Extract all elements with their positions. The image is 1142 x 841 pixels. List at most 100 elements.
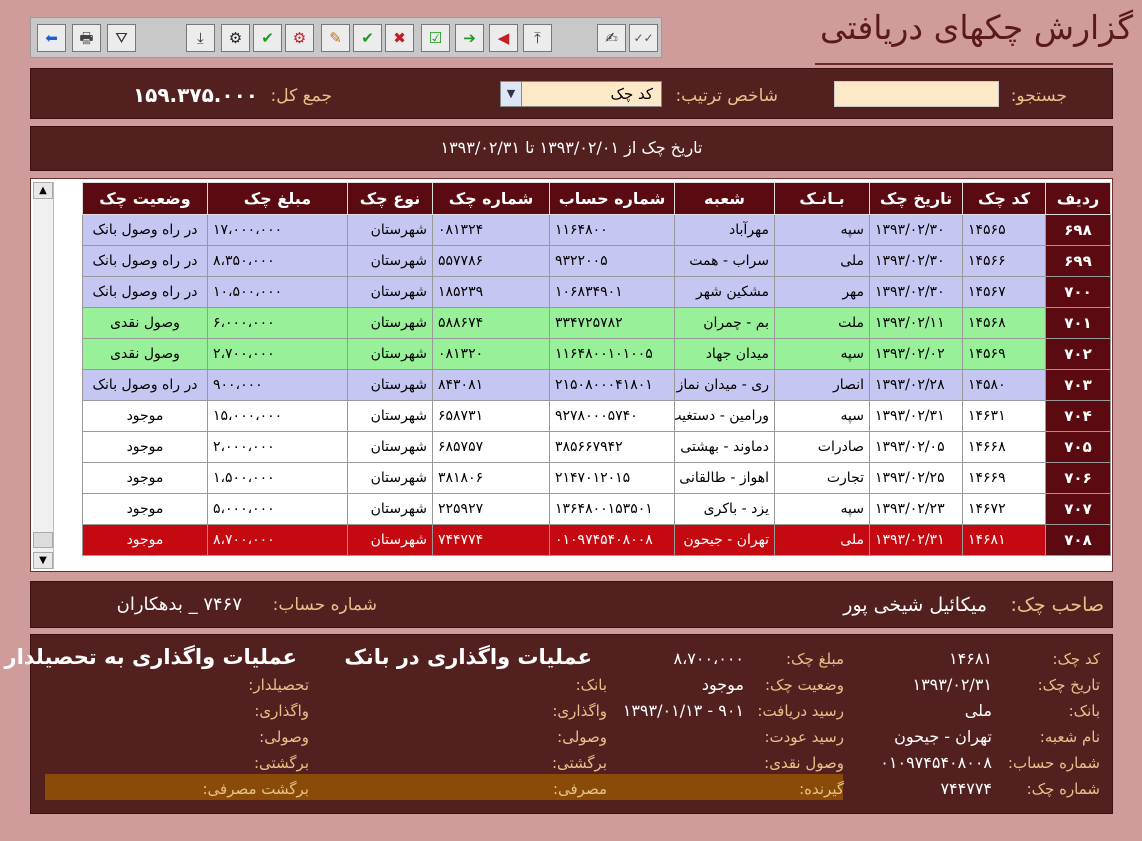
table-row[interactable]: ۷۰۸ ۱۴۶۸۱ ۱۳۹۳/۰۲/۳۱ ملی تهران - جیحون ۰۱۰۹۷۴…: [82, 524, 1111, 556]
export-button[interactable]: ⤒: [523, 24, 552, 52]
cell-check-code: ۱۴۶۶۸: [962, 431, 1046, 463]
cell-account-number: ۱۳۶۴۸۰۰۱۵۳۵۰۱: [549, 493, 675, 525]
cell-status: موجود: [82, 493, 208, 525]
search-input[interactable]: [834, 81, 999, 107]
cell-check-type: شهرستان: [347, 493, 433, 525]
next-button[interactable]: ➔: [455, 24, 484, 52]
cell-check-date: ۱۳۹۳/۰۲/۲۸: [869, 369, 963, 401]
detail-label: وصولی:: [259, 728, 309, 746]
cell-check-date: ۱۳۹۳/۰۲/۰۲: [869, 338, 963, 370]
cell-account-number: ۹۳۲۲۰۰۵: [549, 245, 675, 277]
detail-label: برگشتی:: [551, 754, 607, 772]
cell-account-number: ۱۱۶۴۸۰۰: [549, 214, 675, 246]
cell-row-index: ۷۰۱: [1045, 307, 1111, 339]
cell-account-number: ۳۸۵۶۶۷۹۴۲: [549, 431, 675, 463]
table-row[interactable]: ۷۰۱ ۱۴۵۶۸ ۱۳۹۳/۰۲/۱۱ ملت بم - چمران ۳۳۴۷۲۵۷۸۲…: [82, 307, 1111, 339]
col-header-check-code[interactable]: کد چک: [962, 182, 1046, 215]
cell-check-type: شهرستان: [347, 276, 433, 308]
table-row[interactable]: ۷۰۷ ۱۴۶۷۲ ۱۳۹۳/۰۲/۲۳ سپه یزد - باکری ۱۳۶۴۸۰۰۱…: [82, 493, 1111, 525]
cancel-pen-icon: ✖: [393, 28, 406, 47]
cell-check-date: ۱۳۹۳/۰۲/۲۳: [869, 493, 963, 525]
table-row[interactable]: ۷۰۴ ۱۴۶۳۱ ۱۳۹۳/۰۲/۳۱ سپه ورامین - دستغیب ۹۲۷۸…: [82, 400, 1111, 432]
col-header-status[interactable]: وضعیت چک: [82, 182, 208, 215]
col-header-branch[interactable]: شعبه: [674, 182, 775, 215]
cell-status: در راه وصول بانک: [82, 214, 208, 246]
cell-account-number: ۲۱۵۰۸۰۰۰۴۱۸۰۱: [549, 369, 675, 401]
collector-ops-title: عملیات واگذاری به تحصیلدار: [4, 645, 297, 669]
table-row[interactable]: ۷۰۰ ۱۴۵۶۷ ۱۳۹۳/۰۲/۳۰ مهر مشکین شهر ۱۰۶۸۳۴۹۰۱ ۱…: [82, 276, 1111, 308]
cancel-pen-button[interactable]: ✖: [385, 24, 414, 52]
detail-label: برگشت مصرفی:: [202, 780, 309, 798]
cell-check-number: ۵۵۷۷۸۶: [432, 245, 550, 277]
detail-value: تهران - جیحون: [894, 727, 992, 746]
check-pen-button[interactable]: ✔: [353, 24, 382, 52]
table-row[interactable]: ۷۰۶ ۱۴۶۶۹ ۱۳۹۳/۰۲/۲۵ تجارت اهواز - طالقانی ۲۱…: [82, 462, 1111, 494]
export-icon: ⤒: [534, 28, 541, 47]
table-row[interactable]: ۷۰۲ ۱۴۵۶۹ ۱۳۹۳/۰۲/۰۲ سپه میدان جهاد ۱۱۶۴۸۰۰۱۰…: [82, 338, 1111, 370]
import-button[interactable]: ⤓: [186, 24, 215, 52]
user-edit-button[interactable]: ✎: [321, 24, 350, 52]
print-icon: 🖶: [79, 28, 94, 47]
scroll-down-icon[interactable]: ▼: [33, 552, 53, 569]
cell-check-code: ۱۴۶۶۹: [962, 462, 1046, 494]
table-row[interactable]: ۷۰۵ ۱۴۶۶۸ ۱۳۹۳/۰۲/۰۵ صادرات دماوند - بهشتی ۳۸…: [82, 431, 1111, 463]
cell-check-number: ۸۴۳۰۸۱: [432, 369, 550, 401]
col-header-check-number[interactable]: شماره چک: [432, 182, 550, 215]
cell-amount: ۱۷،۰۰۰،۰۰۰: [207, 214, 348, 246]
col-header-bank[interactable]: بـانـک: [774, 182, 870, 215]
detail-label: واگذاری:: [254, 702, 309, 720]
search-label: جستجو:: [1010, 86, 1067, 106]
double-check-icon: ✓✓: [633, 31, 654, 45]
table-row[interactable]: ۶۹۸ ۱۴۵۶۵ ۱۳۹۳/۰۲/۳۰ سپه مهرآباد ۱۱۶۴۸۰۰ ۰۸۱۳۲…: [82, 214, 1111, 246]
signature-button[interactable]: ✍: [597, 24, 626, 52]
sort-select[interactable]: کد چک ▼: [500, 81, 662, 107]
settings-red-button[interactable]: ⚙: [285, 24, 314, 52]
detail-label: گیرنده:: [799, 780, 844, 798]
cell-branch: ری - میدان نماز: [674, 369, 775, 401]
prev-button[interactable]: ◀: [489, 24, 518, 52]
cell-check-type: شهرستان: [347, 431, 433, 463]
col-header-check-type[interactable]: نوع چک: [347, 182, 433, 215]
cell-check-type: شهرستان: [347, 524, 433, 556]
cell-status: موجود: [82, 524, 208, 556]
gear-red-icon: ⚙: [292, 28, 307, 47]
total-value: ۱۵۹.۳۷۵.۰۰۰: [132, 83, 258, 107]
print-button[interactable]: 🖶: [72, 24, 101, 52]
cell-bank: صادرات: [774, 431, 870, 463]
cell-check-code: ۱۴۵۶۶: [962, 245, 1046, 277]
col-header-check-date[interactable]: تاریخ چک: [869, 182, 963, 215]
detail-label: نام شعبه:: [1039, 728, 1100, 746]
cell-account-number: ۹۲۷۸۰۰۰۵۷۴۰: [549, 400, 675, 432]
vertical-scrollbar[interactable]: ▲ ▼: [33, 182, 54, 569]
table-row[interactable]: ۷۰۳ ۱۴۵۸۰ ۱۳۹۳/۰۲/۲۸ انصار ری - میدان نماز ۲۱…: [82, 369, 1111, 401]
cell-check-number: ۰۸۱۳۲۰: [432, 338, 550, 370]
table-row[interactable]: ۶۹۹ ۱۴۵۶۶ ۱۳۹۳/۰۲/۳۰ ملی سراب - همت ۹۳۲۲۰۰۵ ۵۵…: [82, 245, 1111, 277]
col-header-amount[interactable]: مبلغ چک: [207, 182, 348, 215]
import-icon: ⤓: [197, 28, 204, 47]
detail-label: تحصیلدار:: [248, 676, 309, 694]
col-header-row-index[interactable]: ردیف: [1045, 182, 1111, 215]
detail-value: ۹۰۱ - ۱۳۹۳/۰۱/۱۳: [622, 701, 744, 720]
detail-value: ۷۴۴۷۷۴: [940, 779, 992, 798]
check-green-icon: ✔: [261, 28, 274, 47]
detail-value: ملی: [964, 701, 992, 720]
cell-check-number: ۶۵۸۷۳۱: [432, 400, 550, 432]
approve-button[interactable]: ✔: [253, 24, 282, 52]
scroll-up-icon[interactable]: ▲: [33, 182, 53, 199]
filter-button[interactable]: ⛛: [107, 24, 136, 52]
col-header-account-number[interactable]: شماره حساب: [549, 182, 675, 215]
bank-ops-title: عملیات واگذاری در بانک: [344, 645, 592, 669]
detail-label: وصول نقدی:: [764, 754, 844, 772]
filter-bar: جستجو: شاخص ترتیب: کد چک ▼ جمع کل: ۱۵۹.۳…: [30, 68, 1113, 119]
scroll-thumb[interactable]: [33, 532, 53, 548]
select-all-button[interactable]: ✓✓: [629, 24, 658, 52]
arrow-left-red-icon: ◀: [497, 28, 510, 47]
back-button[interactable]: ⬅: [37, 24, 66, 52]
cell-amount: ۸،۷۰۰،۰۰۰: [207, 524, 348, 556]
chevron-down-icon[interactable]: ▼: [501, 82, 522, 106]
cell-check-number: ۷۴۴۷۷۴: [432, 524, 550, 556]
checkbox-button[interactable]: ☑: [421, 24, 450, 52]
detail-value: موجود: [701, 675, 744, 694]
detail-value: ۸،۷۰۰،۰۰۰: [673, 649, 744, 668]
settings-button[interactable]: ⚙: [221, 24, 250, 52]
